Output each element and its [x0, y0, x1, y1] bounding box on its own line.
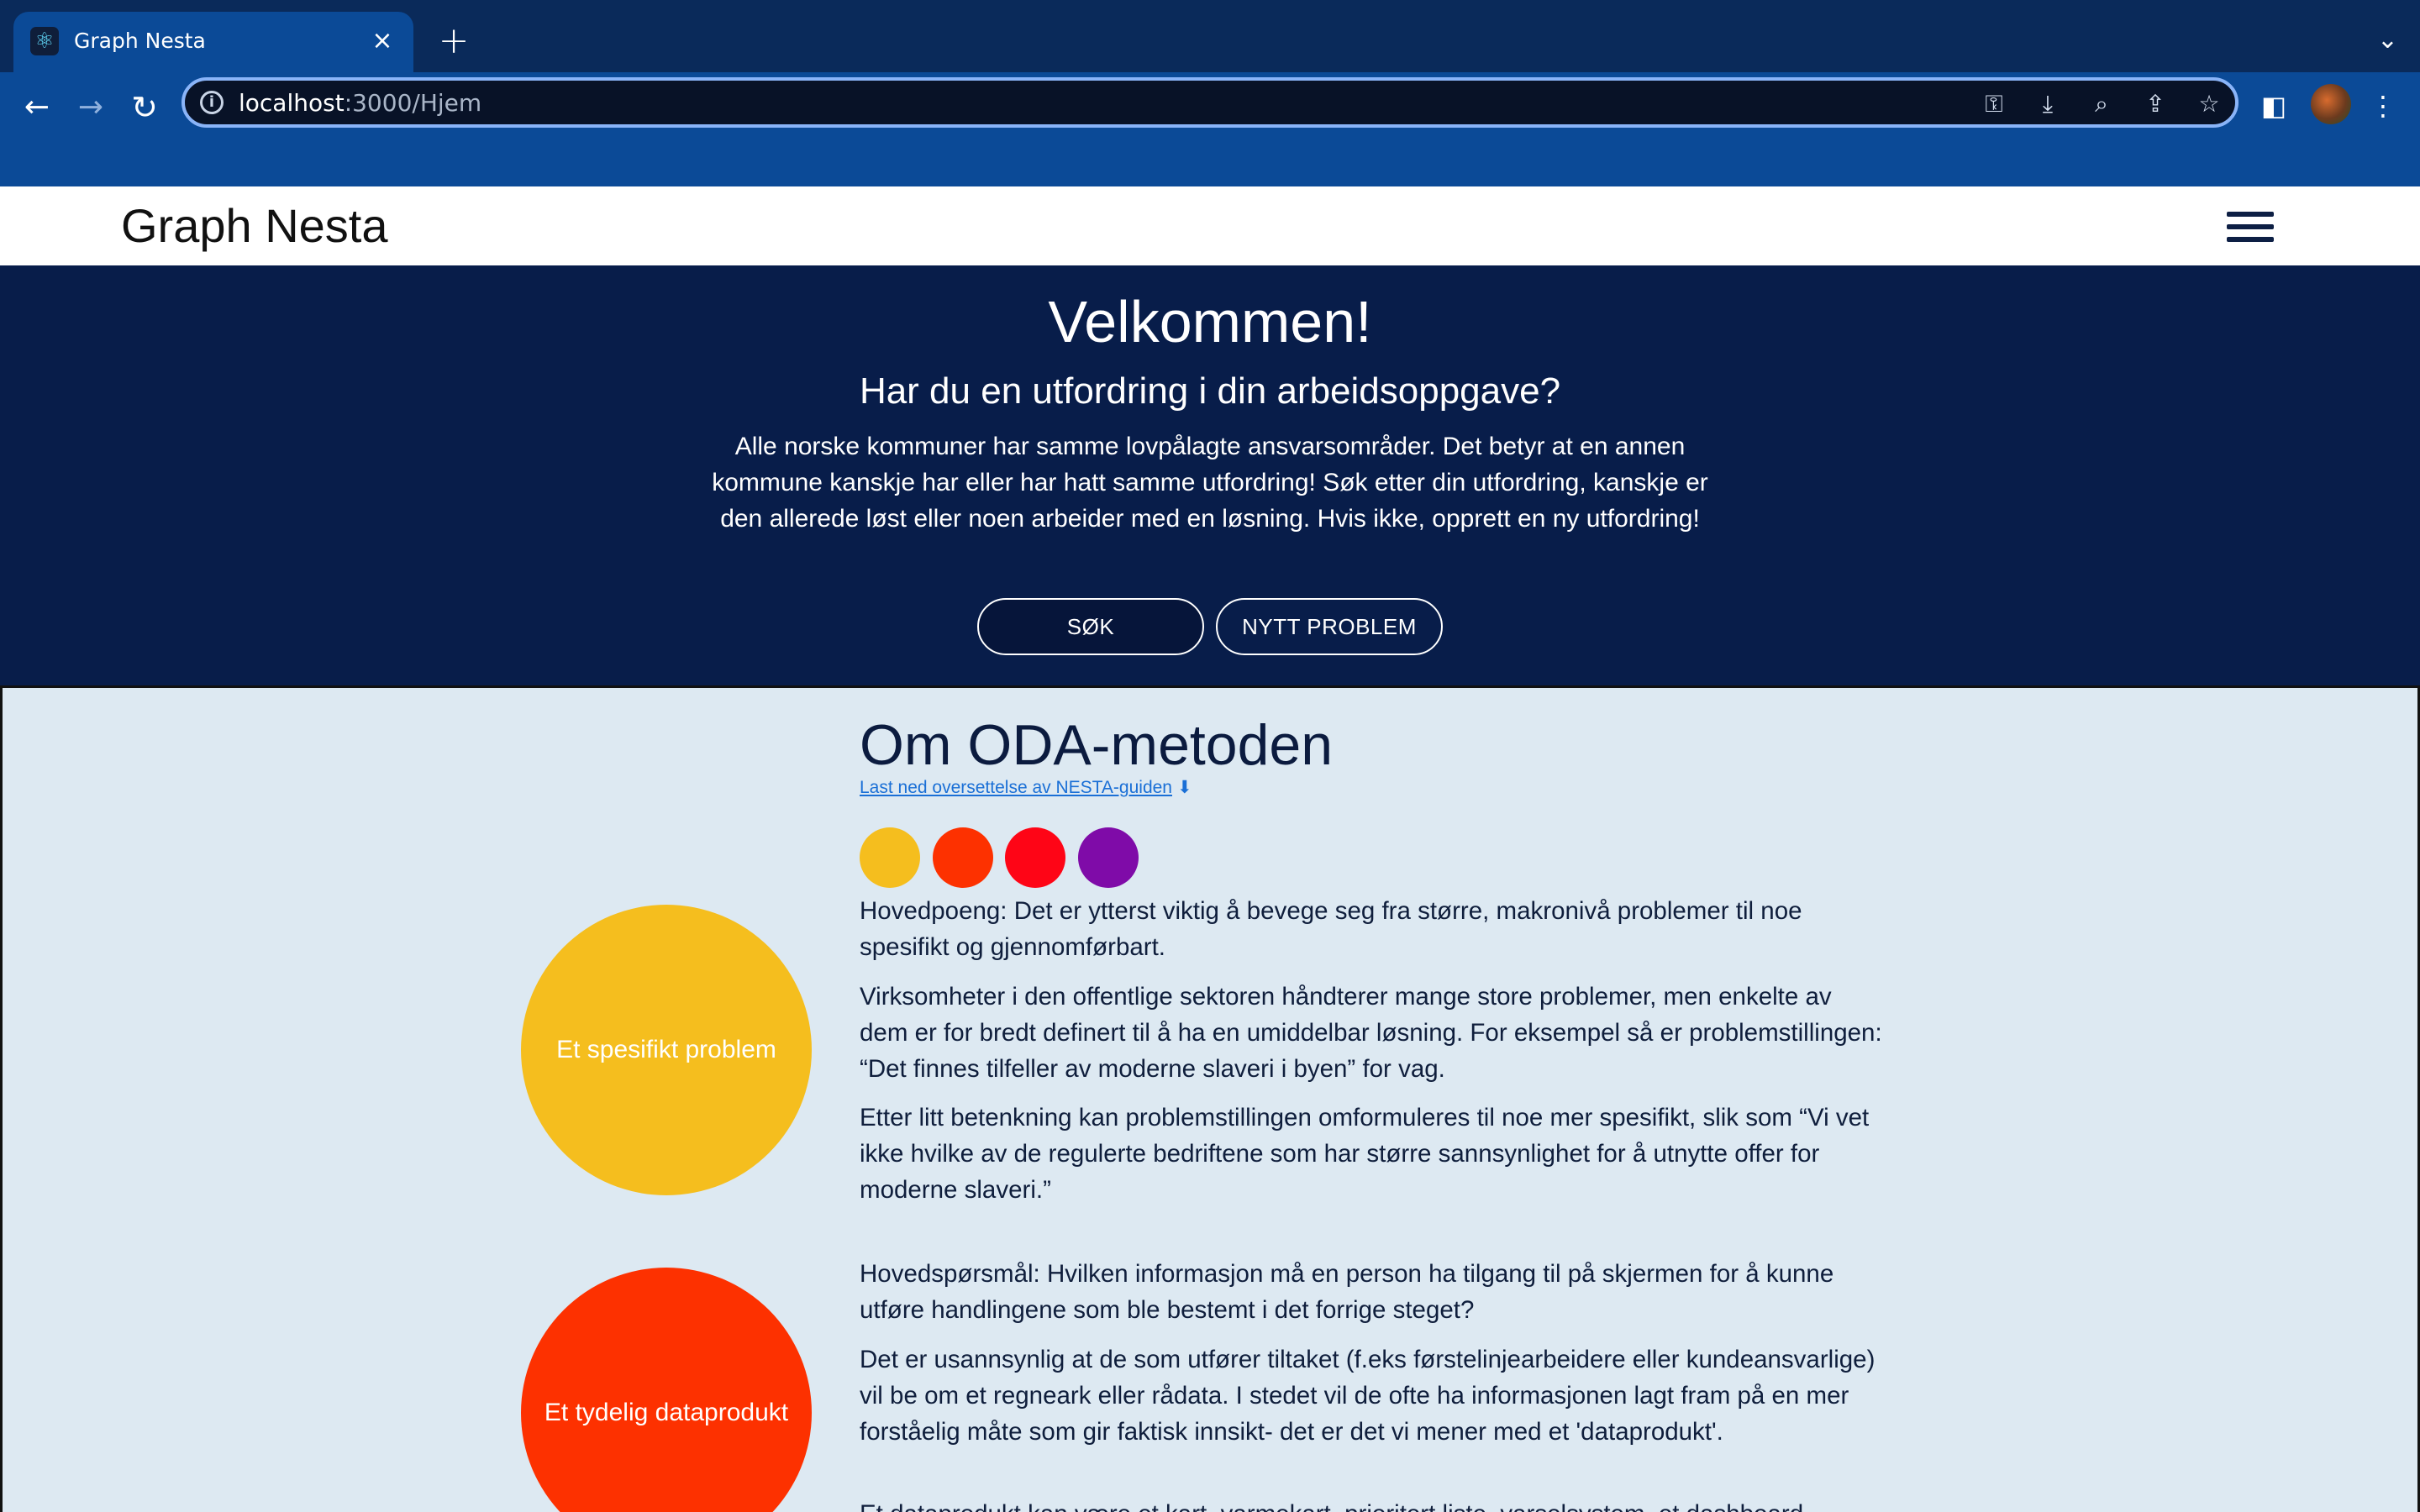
- color-dot-orange[interactable]: [933, 827, 993, 888]
- section-1-paragraph: Etter litt betenkning kan problemstillin…: [860, 1104, 1870, 1204]
- download-link-label: Last ned oversettelse av NESTA-guiden: [860, 778, 1172, 797]
- url-host: localhost: [239, 89, 345, 117]
- section-2-paragraph: Det er usannsynlig at de som utfører til…: [860, 1346, 1876, 1446]
- section-2-paragraph: Et dataprodukt kan være et kart, varmeka…: [860, 1496, 1885, 1512]
- browser-tab-bar: ⚛ Graph Nesta × + ⌄: [0, 0, 2420, 72]
- color-dot-red[interactable]: [1005, 827, 1065, 888]
- hamburger-line: [2227, 212, 2274, 217]
- section-1-key-point: Hovedpoeng: Det er ytterst viktig å beve…: [860, 897, 1802, 961]
- new-problem-button[interactable]: NYTT PROBLEM: [1216, 598, 1443, 655]
- bookmark-star-icon[interactable]: ☆: [2193, 89, 2225, 119]
- hero-title: Velkommen!: [1048, 289, 1372, 354]
- url-path: :3000/Hjem: [344, 89, 482, 117]
- section-1-paragraph: Virksomheter i den offentlige sektoren h…: [860, 983, 1882, 1083]
- hamburger-menu-icon[interactable]: [2227, 208, 2274, 245]
- download-guide-link[interactable]: Last ned oversettelse av NESTA-guiden ⬇: [860, 775, 1192, 801]
- section-2-key-question: Hovedspørsmål: Hvilken informasjon må en…: [860, 1260, 1834, 1324]
- site-header: Graph Nesta: [0, 186, 2420, 265]
- search-button[interactable]: SØK: [977, 598, 1204, 655]
- share-icon[interactable]: ⇪: [2139, 89, 2171, 119]
- tab-search-chevron-icon[interactable]: ⌄: [2377, 22, 2398, 59]
- tab-title: Graph Nesta: [74, 29, 206, 53]
- install-app-icon[interactable]: ⤓: [2032, 89, 2064, 119]
- address-bar[interactable]: i localhost:3000/Hjem ⚿ ⤓ ⌕ ⇪ ☆: [182, 77, 2238, 128]
- react-favicon-icon: ⚛: [30, 27, 59, 55]
- hero-section: Velkommen! Har du en utfordring i din ar…: [0, 265, 2420, 685]
- color-dot-yellow[interactable]: [860, 827, 920, 888]
- site-info-icon[interactable]: i: [200, 91, 224, 114]
- hero-description: Alle norske kommuner har samme lovpålagt…: [712, 433, 1708, 533]
- profile-avatar[interactable]: [2311, 84, 2351, 124]
- download-icon: ⬇: [1176, 778, 1192, 797]
- password-key-icon[interactable]: ⚿: [1978, 89, 2010, 119]
- new-tab-button[interactable]: +: [435, 20, 472, 62]
- oda-title: Om ODA-metoden: [860, 713, 1334, 777]
- hero-subtitle: Har du en utfordring i din arbeidsoppgav…: [859, 370, 1561, 412]
- color-dot-purple[interactable]: [1078, 827, 1139, 888]
- back-arrow-icon[interactable]: ←: [15, 86, 59, 129]
- side-panel-icon[interactable]: ◧: [2254, 86, 2294, 126]
- browser-tab[interactable]: ⚛ Graph Nesta ×: [13, 12, 413, 72]
- reload-icon[interactable]: ↻: [123, 86, 166, 129]
- oda-section: Om ODA-metoden Last ned oversettelse av …: [0, 685, 2420, 1512]
- step-circle-data-product: Et tydelig dataprodukt: [521, 1268, 812, 1512]
- hamburger-line: [2227, 224, 2274, 229]
- step-circle-specific-problem: Et spesifikt problem: [521, 905, 812, 1195]
- zoom-icon[interactable]: ⌕: [2086, 89, 2118, 119]
- brand-title[interactable]: Graph Nesta: [121, 198, 388, 254]
- hamburger-line: [2227, 237, 2274, 242]
- tab-close-icon[interactable]: ×: [366, 25, 398, 57]
- forward-arrow-icon[interactable]: →: [69, 86, 113, 129]
- browser-menu-icon[interactable]: ⋮: [2363, 86, 2403, 126]
- browser-toolbar: ← → ↻ i localhost:3000/Hjem ⚿ ⤓ ⌕ ⇪ ☆ ◧ …: [0, 72, 2420, 186]
- url-text[interactable]: localhost:3000/Hjem: [239, 89, 481, 118]
